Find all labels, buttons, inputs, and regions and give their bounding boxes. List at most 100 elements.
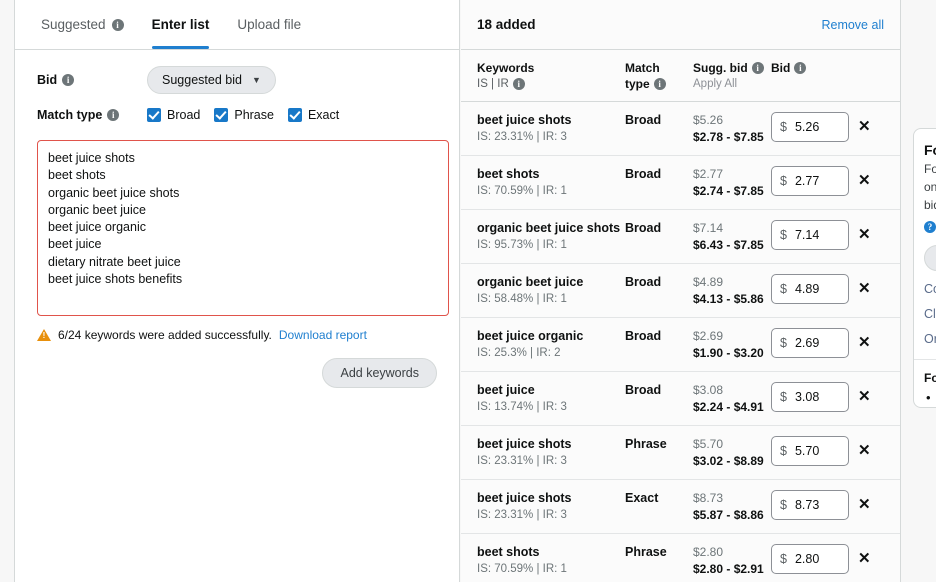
- cell-sugg-bid: $7.14 $6.43 - $7.85: [693, 220, 771, 253]
- help-card-link-2[interactable]: Or: [924, 332, 936, 346]
- bid-input[interactable]: $2.80: [771, 544, 849, 574]
- bid-amount: 5.70: [794, 444, 820, 458]
- bid-type-value: Suggested bid: [162, 73, 242, 87]
- match-type-row: Match type i Broad Phrase Exact: [37, 108, 437, 122]
- cell-match-type: Exact: [625, 490, 693, 506]
- tab-upload-file[interactable]: Upload file: [223, 0, 315, 50]
- cell-sugg-bid: $2.69 $1.90 - $3.20: [693, 328, 771, 361]
- sugg-bid-value: $4.89: [693, 275, 724, 289]
- bid-amount: 2.69: [794, 336, 820, 350]
- checkbox-checked-icon: [287, 108, 302, 122]
- keyword-metrics: IS: 13.74% | IR: 3: [477, 401, 567, 413]
- cell-keyword: beet shots IS: 70.59% | IR: 1: [477, 544, 625, 577]
- checkbox-phrase[interactable]: Phrase: [214, 108, 274, 122]
- cell-sugg-bid: $8.73 $5.87 - $8.86: [693, 490, 771, 523]
- keyword-name: organic beet juice shots: [477, 221, 621, 235]
- info-icon[interactable]: i: [512, 78, 525, 90]
- keyword-name: beet juice organic: [477, 329, 584, 343]
- sugg-bid-range: $5.87 - $8.86: [693, 508, 764, 522]
- column-header-keywords-sub: IS | IR i: [477, 76, 625, 92]
- keyword-upload-status: 6/24 keywords were added successfully. D…: [37, 328, 437, 342]
- match-type-value: Broad: [625, 221, 662, 235]
- remove-keyword-icon[interactable]: ✕: [858, 436, 871, 466]
- table-row: beet shots IS: 70.59% | IR: 1 Broad $2.77 $2…: [461, 156, 900, 210]
- checkbox-broad[interactable]: Broad: [147, 108, 200, 122]
- bid-input[interactable]: $4.89: [771, 274, 849, 304]
- keyword-metrics: IS: 58.48% | IR: 1: [477, 293, 567, 305]
- table-row: beet juice shots IS: 23.31% | IR: 3 Broad $…: [461, 102, 900, 156]
- remove-keyword-icon[interactable]: ✕: [858, 328, 871, 358]
- remove-keyword-icon[interactable]: ✕: [858, 220, 871, 250]
- help-card-line2: on: [924, 180, 936, 194]
- info-icon[interactable]: i: [794, 62, 807, 74]
- remove-keyword-icon[interactable]: ✕: [858, 112, 871, 142]
- sugg-bid-range: $2.24 - $4.91: [693, 400, 764, 414]
- table-row: organic beet juice IS: 58.48% | IR: 1 Broa…: [461, 264, 900, 318]
- cell-bid: $5.26 ✕: [771, 112, 871, 142]
- keyword-name: beet juice: [477, 383, 535, 397]
- bid-input[interactable]: $5.26: [771, 112, 849, 142]
- added-keywords-panel: 18 added Remove all Keywords IS | IR i M…: [461, 0, 901, 582]
- help-card-link-0[interactable]: Co: [924, 282, 936, 296]
- cell-keyword: beet shots IS: 70.59% | IR: 1: [477, 166, 625, 199]
- table-row: beet juice IS: 13.74% | IR: 3 Broad $3.08 $2…: [461, 372, 900, 426]
- bid-input[interactable]: $2.69: [771, 328, 849, 358]
- bid-input[interactable]: $3.08: [771, 382, 849, 412]
- currency-symbol: $: [780, 498, 787, 512]
- table-row: beet juice organic IS: 25.3% | IR: 2 Broad…: [461, 318, 900, 372]
- info-icon[interactable]: i: [751, 62, 764, 74]
- bid-input[interactable]: $7.14: [771, 220, 849, 250]
- remove-keyword-icon[interactable]: ✕: [858, 166, 871, 196]
- bid-input[interactable]: $5.70: [771, 436, 849, 466]
- download-report-link[interactable]: Download report: [279, 328, 367, 342]
- help-card-pill-button[interactable]: V: [924, 245, 936, 271]
- sugg-bid-value: $7.14: [693, 221, 724, 235]
- apply-all-button[interactable]: Apply All: [693, 76, 771, 92]
- keyword-list-textarea[interactable]: [37, 140, 449, 316]
- keyword-metrics: IS: 70.59% | IR: 1: [477, 185, 567, 197]
- currency-symbol: $: [780, 120, 787, 134]
- screen-root: Suggested i Enter list Upload file Bid i…: [0, 0, 936, 582]
- remove-keyword-icon[interactable]: ✕: [858, 544, 871, 574]
- help-card-line1: Fo: [924, 162, 936, 176]
- added-keywords-header: 18 added Remove all: [461, 0, 900, 50]
- remove-keyword-icon[interactable]: ✕: [858, 490, 871, 520]
- match-type-value: Phrase: [625, 437, 667, 451]
- warning-triangle-icon: [37, 329, 51, 341]
- currency-symbol: $: [780, 552, 787, 566]
- info-icon[interactable]: i: [653, 78, 666, 90]
- tab-suggested[interactable]: Suggested i: [27, 0, 138, 50]
- help-card-link-1[interactable]: Cli: [924, 307, 936, 321]
- tab-enter-list-label: Enter list: [151, 17, 210, 32]
- info-icon[interactable]: i: [62, 74, 75, 86]
- column-header-sugg-bid: Sugg. bid i Apply All: [693, 60, 771, 92]
- is-ir-label: IS | IR: [477, 78, 509, 90]
- help-card-section-title: Fo: [924, 371, 936, 385]
- info-icon[interactable]: i: [111, 18, 124, 31]
- cell-match-type: Broad: [625, 382, 693, 398]
- table-row: organic beet juice shots IS: 95.73% | IR:…: [461, 210, 900, 264]
- match-type-value: Broad: [625, 329, 662, 343]
- tab-enter-list[interactable]: Enter list: [138, 0, 224, 50]
- keyword-metrics: IS: 23.31% | IR: 3: [477, 455, 567, 467]
- cell-sugg-bid: $3.08 $2.24 - $4.91: [693, 382, 771, 415]
- remove-all-button[interactable]: Remove all: [821, 18, 884, 32]
- info-icon[interactable]: ?: [924, 220, 936, 233]
- checkbox-exact[interactable]: Exact: [287, 108, 339, 122]
- sugg-bid-range: $2.80 - $2.91: [693, 562, 764, 576]
- cell-match-type: Broad: [625, 166, 693, 182]
- info-icon[interactable]: i: [107, 109, 120, 121]
- cell-bid: $2.80 ✕: [771, 544, 871, 574]
- bid-type-dropdown[interactable]: Suggested bid ▼: [147, 66, 276, 94]
- bid-input[interactable]: $2.77: [771, 166, 849, 196]
- add-keywords-button[interactable]: Add keywords: [322, 358, 437, 388]
- remove-keyword-icon[interactable]: ✕: [858, 382, 871, 412]
- bid-input[interactable]: $8.73: [771, 490, 849, 520]
- column-header-match-type-line1: Match: [625, 61, 660, 75]
- column-header-match-type-line2-group: type i: [625, 76, 693, 92]
- help-card-line3: bid: [924, 198, 936, 212]
- remove-keyword-icon[interactable]: ✕: [858, 274, 871, 304]
- cell-sugg-bid: $2.80 $2.80 - $2.91: [693, 544, 771, 577]
- tab-suggested-label: Suggested: [41, 17, 106, 32]
- help-card-title: Fo: [924, 142, 936, 158]
